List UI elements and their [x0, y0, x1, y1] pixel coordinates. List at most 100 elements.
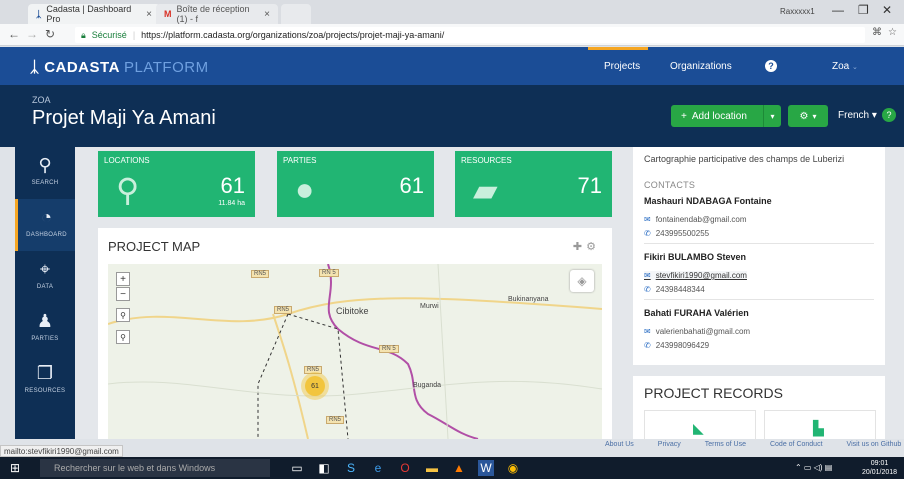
app-navbar: ᛣ CADASTA PLATFORM Projects Organization… — [0, 47, 904, 85]
sidebar-item-search[interactable]: ⚲ SEARCH — [15, 147, 75, 199]
parties-card[interactable]: PARTIES ● 61 — [277, 151, 434, 217]
map-canvas[interactable]: + − ⚲ ⚲ RN5 RN 5 RN5 RN 5 RN5 RN5 Cibito… — [108, 264, 602, 439]
mail-icon: ✉ — [644, 271, 651, 280]
sidebar-item-parties[interactable]: ♟ PARTIES — [15, 303, 75, 355]
taskbar-clock[interactable]: 09:01 20/01/2018 — [862, 459, 897, 477]
project-settings-button[interactable]: ⚙ ▾ — [788, 105, 828, 127]
footer-link-conduct[interactable]: Code of Conduct — [770, 441, 823, 448]
phone-icon: ✆ — [644, 285, 651, 294]
road-label: RN5 — [326, 416, 345, 424]
back-icon[interactable]: ← — [8, 27, 20, 41]
footer-link-privacy[interactable]: Privacy — [658, 441, 681, 448]
layers-icon[interactable]: ◈ — [570, 270, 594, 292]
zoom-in-button[interactable]: + — [116, 272, 130, 286]
sidebar-item-label: DATA — [36, 284, 54, 290]
url-text: https://platform.cadasta.org/organizatio… — [141, 30, 445, 40]
minimize-icon[interactable]: — — [832, 3, 844, 17]
contact-email[interactable]: ✉ stevfikiri1990@gmail.com — [644, 271, 747, 280]
gear-icon[interactable]: ⚙ — [586, 241, 600, 253]
close-tab-icon[interactable]: × — [264, 9, 270, 20]
town-label: Murwi — [420, 303, 439, 310]
email-text: valerienbahati@gmail.com — [655, 327, 751, 336]
road-label: RN5 — [304, 366, 323, 374]
footer-link-terms[interactable]: Terms of Use — [705, 441, 746, 448]
chrome-icon[interactable]: ◉ — [505, 460, 521, 476]
footer-links: About Us Privacy Terms of Use Code of Condu… — [605, 441, 901, 448]
translate-icon[interactable]: ⌘ — [872, 27, 882, 38]
chevron-down-icon[interactable]: ▾ — [763, 105, 781, 127]
clock-date: 20/01/2018 — [862, 469, 898, 476]
add-location-button[interactable]: + Add location ▾ — [671, 105, 781, 127]
email-text: fontainendab@gmail.com — [655, 215, 747, 224]
project-header: ZOA Projet Maji Ya Amani + Add location … — [0, 85, 904, 147]
location-cluster-marker[interactable]: 61 — [305, 376, 325, 396]
system-tray[interactable]: ⌃ ▭ ◁) ▤ — [795, 463, 832, 472]
cadasta-logo[interactable]: ᛣ CADASTA PLATFORM — [30, 59, 209, 76]
nav-organizations[interactable]: Organizations — [670, 61, 732, 72]
forward-icon[interactable]: → — [26, 27, 38, 41]
profile-name: Raxxxxx1 — [780, 7, 815, 16]
contact-phone: ✆ 243995500255 — [644, 229, 709, 238]
map-search-button[interactable]: ⚲ — [116, 308, 130, 322]
word-icon[interactable]: W — [478, 460, 494, 476]
user-name: Zoa — [832, 61, 850, 72]
divider — [644, 243, 874, 244]
help-badge-icon[interactable]: ? — [882, 108, 896, 122]
contact-name: Mashauri NDABAGA Fontaine — [644, 196, 772, 206]
resources-count: 71 — [577, 173, 602, 198]
org-label[interactable]: ZOA — [32, 95, 51, 105]
sidebar-item-label: PARTIES — [31, 336, 59, 342]
chart-icon: ◣ — [693, 420, 704, 436]
store-icon[interactable]: ◧ — [316, 460, 332, 476]
skype-icon[interactable]: S — [343, 460, 359, 476]
dashboard-icon: ◔ — [41, 207, 52, 227]
footer-link-github[interactable]: Visit us on Github — [847, 441, 902, 448]
locate-button[interactable]: ⚲ — [116, 330, 130, 344]
new-tab-button[interactable] — [281, 4, 311, 24]
search-icon: ⚲ — [38, 155, 52, 175]
explorer-icon[interactable]: ▬ — [424, 460, 440, 476]
sidebar-item-dashboard[interactable]: ◔ DASHBOARD — [15, 199, 75, 251]
bookmark-star-icon[interactable]: ☆ — [888, 27, 897, 38]
locations-card[interactable]: LOCATIONS ⚲ 61 11.84 ha — [98, 151, 255, 217]
edge-icon[interactable]: e — [370, 460, 386, 476]
user-menu[interactable]: Zoa ⌄ — [832, 61, 858, 72]
contact-email[interactable]: ✉ valerienbahati@gmail.com — [644, 327, 750, 336]
project-info-panel: Cartographie participative des champs de… — [633, 147, 885, 365]
footer-link-about[interactable]: About Us — [605, 441, 634, 448]
road-label: RN 5 — [379, 345, 399, 353]
map-marker-icon: ⚲ — [116, 172, 140, 208]
resources-title: RESOURCES — [461, 156, 512, 165]
task-view-icon[interactable]: ▭ — [289, 460, 305, 476]
contact-name: Bahati FURAHA Valérien — [644, 308, 749, 318]
vlc-icon[interactable]: ▲ — [451, 460, 467, 476]
maximize-icon[interactable]: ❐ — [858, 3, 869, 17]
windows-start-icon[interactable]: ⊞ — [10, 461, 20, 475]
url-bar[interactable]: 🔒︎ Sécurisé | https://platform.cadasta.o… — [75, 27, 865, 43]
phone-text: 24398448344 — [655, 285, 705, 294]
plus-icon[interactable]: ✚ — [573, 241, 586, 253]
records-tile[interactable]: ▙ — [764, 410, 876, 440]
taskbar-search[interactable]: Rechercher sur le web et dans Windows — [40, 459, 270, 477]
close-tab-icon[interactable]: × — [146, 9, 152, 20]
help-icon[interactable]: ? — [765, 60, 777, 72]
opera-icon[interactable]: O — [397, 460, 413, 476]
close-window-icon[interactable]: ✕ — [882, 3, 892, 17]
reload-icon[interactable]: ↻ — [45, 27, 55, 41]
browser-tab-cadasta[interactable]: ᛣ Cadasta | Dashboard Pro × — [28, 4, 160, 24]
road-label: RN5 — [274, 306, 293, 314]
clock-time: 09:01 — [870, 460, 889, 467]
browser-tab-gmail[interactable]: M Boîte de réception (1) - f × — [156, 4, 278, 24]
contact-email[interactable]: ✉ fontainendab@gmail.com — [644, 215, 747, 224]
address-bar-row: ← → ↻ 🔒︎ Sécurisé | https://platform.cad… — [0, 24, 904, 46]
logo-sub-text: PLATFORM — [124, 59, 209, 76]
zoom-out-button[interactable]: − — [116, 287, 130, 301]
sidebar-item-data[interactable]: ⌖ DATA — [15, 251, 75, 303]
resources-card[interactable]: RESOURCES ▰ 71 — [455, 151, 612, 217]
status-url: mailto:stevfikiri1990@gmail.com — [0, 445, 123, 457]
sidebar-item-resources[interactable]: ❐ RESOURCES — [15, 355, 75, 407]
records-tile[interactable]: ◣ — [644, 410, 756, 440]
nav-projects[interactable]: Projects — [604, 61, 640, 72]
cadasta-logo-icon: ᛣ — [30, 59, 40, 76]
language-selector[interactable]: French ▾ — [838, 110, 877, 121]
